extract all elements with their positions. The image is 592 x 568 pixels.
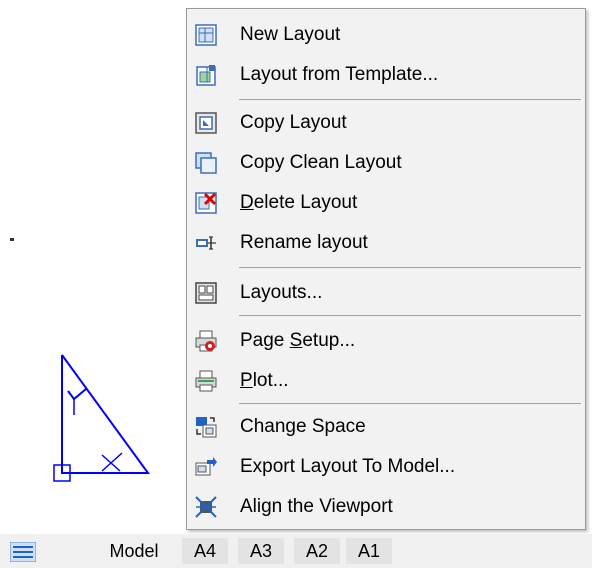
page-setup-icon [195,330,217,352]
layout-template-icon [196,65,216,86]
mnemonic-letter: D [240,192,254,213]
tab-a4[interactable]: A4 [182,538,228,564]
menu-item-delete-layout[interactable]: Delete Layout [187,183,585,223]
menu-item-label: Copy Layout [240,112,347,133]
new-layout-icon [195,24,217,46]
menu-separator [239,403,581,404]
menu-separator [239,99,581,100]
triangle-drawing[interactable] [40,345,155,490]
layout-tab-bar: Model A4 A3 A2 A1 [0,534,592,568]
menu-item-copy-clean-layout[interactable]: Copy Clean Layout [187,143,585,183]
menu-item-label: Rename layout [240,232,368,253]
menu-item-align-viewport[interactable]: Align the Viewport [187,487,585,527]
menu-item-rename-layout[interactable]: Rename layout [187,223,585,263]
menu-item-layout-from-template[interactable]: Layout from Template... [187,55,585,95]
layouts-icon [195,282,217,304]
menu-item-label: Layouts... [240,282,323,303]
menu-item-label: Plot... [240,370,289,391]
mnemonic-letter: P [240,370,253,391]
delete-layout-icon [195,192,217,214]
menu-item-change-space[interactable]: Change Space [187,407,585,447]
align-viewport-icon [195,496,217,518]
menu-item-layouts[interactable]: Layouts... [187,273,585,313]
mnemonic-letter: S [289,330,303,351]
menu-item-page-setup[interactable]: Page Setup... [187,321,585,361]
point-marker [10,238,14,241]
menu-separator [239,315,581,316]
copy-layout-icon [195,112,217,134]
menu-item-label: Export Layout To Model... [240,456,456,477]
menu-item-label: Delete Layout [240,192,358,213]
plot-icon [195,370,217,392]
tab-a1[interactable]: A1 [346,538,392,564]
menu-item-copy-layout[interactable]: Copy Layout [187,103,585,143]
tab-a2[interactable]: A2 [294,538,340,564]
tab-a3[interactable]: A3 [238,538,284,564]
menu-item-export-layout[interactable]: Export Layout To Model... [187,447,585,487]
layout-context-menu: New Layout Layout from Template... Copy … [186,8,586,530]
tab-model[interactable]: Model [96,538,172,564]
change-space-icon [196,417,217,438]
rename-layout-icon [196,236,216,250]
menu-item-label: New Layout [240,24,341,45]
copy-clean-layout-icon [195,152,217,174]
menu-item-plot[interactable]: Plot... [187,361,585,401]
menu-separator [239,267,581,268]
menu-item-label: Copy Clean Layout [240,152,402,173]
export-layout-icon [195,457,217,476]
hamburger-icon[interactable] [10,542,36,562]
menu-item-label: Change Space [240,416,366,437]
menu-item-label: Page Setup... [240,330,356,351]
menu-item-label: Align the Viewport [240,496,393,517]
menu-item-label: Layout from Template... [240,64,439,85]
menu-item-new-layout[interactable]: New Layout [187,15,585,55]
